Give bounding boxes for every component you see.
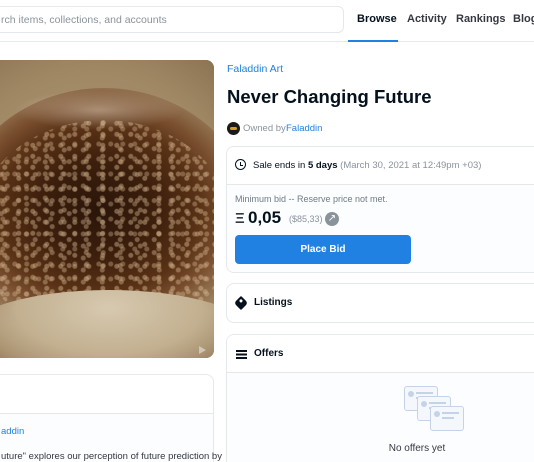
eth-icon: Ξ xyxy=(235,210,245,227)
nav-activity-label: Activity xyxy=(407,13,447,25)
nav-browse[interactable]: Browse xyxy=(348,0,398,42)
play-icon[interactable] xyxy=(199,346,206,354)
external-link-icon[interactable]: ↗ xyxy=(325,212,339,226)
clock-icon xyxy=(235,159,246,170)
item-title: Never Changing Future xyxy=(227,86,432,107)
creator-link[interactable]: addin xyxy=(1,426,24,437)
owned-by-label: Owned by xyxy=(243,123,286,134)
sale-ends-in: 5 days xyxy=(307,160,338,171)
nav-rankings-label: Rankings xyxy=(456,13,506,25)
artwork-highlight xyxy=(14,90,184,130)
owner-link[interactable]: Faladdin xyxy=(286,123,322,134)
bid-area: Minimum bid -- Reserve price not met. Ξ … xyxy=(227,185,534,272)
list-icon xyxy=(236,350,247,359)
min-bid-label: Minimum bid -- Reserve price not met. xyxy=(235,194,388,204)
sale-card: Sale ends in 5 days (March 30, 2021 at 1… xyxy=(226,146,534,273)
top-nav-bar: rch items, collections, and accounts Bro… xyxy=(0,0,534,42)
offers-section: Offers No offers yet xyxy=(226,334,534,462)
description-text: uture" explores our perception of future… xyxy=(1,451,222,462)
no-offers-text: No offers yet xyxy=(388,443,446,454)
listings-section[interactable]: Listings xyxy=(226,283,534,323)
sale-end-text: Sale ends in 5 days (March 30, 2021 at 1… xyxy=(253,160,481,171)
current-price: 0,05 xyxy=(248,208,282,227)
nav-browse-label: Browse xyxy=(357,13,397,25)
artwork-cup-rim xyxy=(0,290,214,358)
sale-ends-date: (March 30, 2021 at 12:49pm +03) xyxy=(340,160,482,171)
usd-price: ($85,33) xyxy=(289,214,323,224)
nft-artwork-image[interactable] xyxy=(0,60,214,358)
nav-activity[interactable]: Activity xyxy=(400,0,447,42)
offers-empty-state: No offers yet xyxy=(227,373,534,462)
empty-offers-illustration xyxy=(404,386,466,434)
nav-rankings[interactable]: Rankings xyxy=(450,0,506,42)
nav-blog-label: Blog xyxy=(513,13,534,25)
active-nav-underline xyxy=(348,40,398,42)
owner-avatar[interactable] xyxy=(227,122,240,135)
collection-link[interactable]: Faladdin Art xyxy=(227,63,283,75)
sale-timer-row: Sale ends in 5 days (March 30, 2021 at 1… xyxy=(227,147,534,185)
nav-blog[interactable]: Blog xyxy=(506,0,534,42)
offers-label: Offers xyxy=(254,348,284,359)
description-panel-body: addin uture" explores our perception of … xyxy=(0,413,222,462)
sale-ends-prefix: Sale ends in xyxy=(253,160,306,171)
empty-card-3 xyxy=(430,406,464,431)
tag-icon xyxy=(233,295,249,311)
listings-label: Listings xyxy=(254,297,293,308)
offers-header[interactable]: Offers xyxy=(227,335,534,373)
search-input[interactable]: rch items, collections, and accounts xyxy=(0,6,344,33)
place-bid-button[interactable]: Place Bid xyxy=(235,235,411,264)
search-placeholder: rch items, collections, and accounts xyxy=(1,14,167,26)
description-panel-header[interactable] xyxy=(0,374,214,414)
